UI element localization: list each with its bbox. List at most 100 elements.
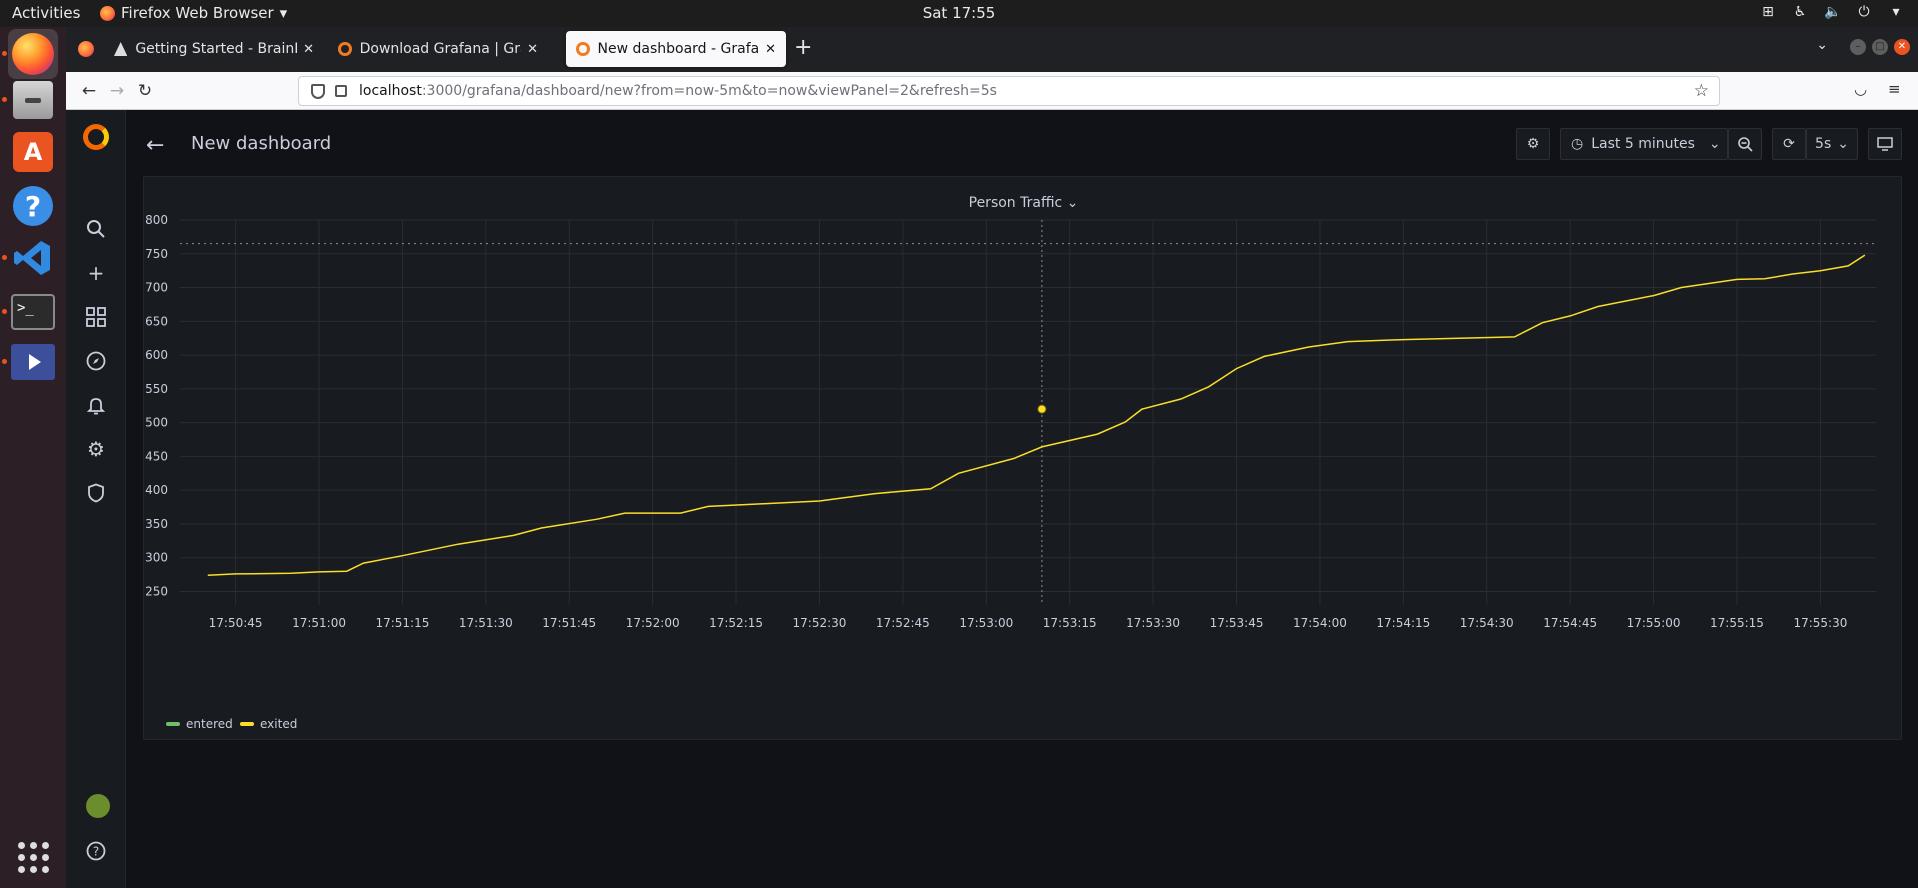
running-indicator (2, 97, 7, 102)
legend-item-entered[interactable]: entered (166, 717, 233, 731)
x-tick-label: 17:55:15 (1710, 616, 1764, 630)
refresh-button[interactable]: ⟳ (1772, 128, 1806, 160)
time-picker-button[interactable]: ◷ Last 5 minutes ⌄ (1560, 128, 1728, 160)
tab-download-grafana[interactable]: Download Grafana | Graf ✕ (328, 31, 548, 67)
url-path: :3000/grafana/dashboard/new?from=now-5m&… (421, 83, 997, 99)
show-applications-button[interactable] (8, 832, 58, 882)
legend-item-exited[interactable]: exited (240, 717, 297, 731)
video-player-icon (11, 344, 55, 380)
browser-nav-bar: ← → ↻ localhost :3000/grafana/dashboard/… (66, 72, 1918, 110)
y-tick-label: 550 (145, 382, 168, 396)
tab-title: Download Grafana | Graf (359, 41, 522, 57)
accessibility-icon: ♿ (1793, 4, 1807, 20)
create-plus-icon[interactable]: + (84, 261, 108, 285)
explore-compass-icon[interactable] (84, 349, 108, 373)
zoom-out-button[interactable] (1728, 128, 1762, 160)
dashboard-settings-button[interactable]: ⚙ (1516, 128, 1550, 160)
app-grid-icon (17, 841, 49, 873)
bookmark-star-icon[interactable]: ☆ (1694, 81, 1709, 101)
network-icon: ⊞ (1762, 4, 1774, 20)
series-line-exited (207, 254, 1866, 577)
tab-new-dashboard[interactable]: New dashboard - Grafana ✕ (566, 31, 786, 67)
app-menu-label: Firefox Web Browser (121, 4, 274, 22)
ubuntu-dock: A ? >_ (0, 27, 66, 888)
maximize-button[interactable]: □ (1872, 39, 1888, 55)
dock-software[interactable]: A (8, 127, 58, 177)
x-tick-label: 17:55:30 (1793, 616, 1847, 630)
y-tick-label: 600 (145, 348, 168, 362)
tab-title: New dashboard - Grafana (597, 41, 760, 57)
app-menu[interactable]: Firefox Web Browser ▾ (100, 4, 287, 22)
system-tray[interactable]: ⊞ ♿ 🔈 ⏻ ▾ (1760, 4, 1904, 20)
os-top-bar: Activities Firefox Web Browser ▾ Sat 17:… (0, 0, 1918, 27)
url-bar[interactable]: localhost :3000/grafana/dashboard/new?fr… (298, 76, 1720, 106)
refresh-interval-picker[interactable]: 5s ⌄ (1806, 128, 1858, 160)
tracking-protection-icon[interactable] (311, 83, 325, 99)
grafana-main: ← New dashboard ⚙ ◷ Last 5 minutes ⌄ ⟳ 5… (126, 110, 1918, 888)
close-window-button[interactable]: ✕ (1894, 39, 1910, 55)
dock-terminal[interactable]: >_ (8, 287, 58, 337)
x-tick-label: 17:51:45 (542, 616, 596, 630)
page-info-icon[interactable] (335, 85, 347, 97)
refresh-interval-label: 5s (1815, 136, 1832, 152)
new-tab-button[interactable]: + (794, 35, 812, 60)
legend-label: entered (186, 717, 233, 731)
monitor-icon (1877, 137, 1893, 151)
alerting-bell-icon[interactable] (84, 393, 108, 417)
user-avatar[interactable] (86, 794, 110, 818)
grafana-logo-icon[interactable] (83, 124, 109, 150)
dock-video[interactable] (8, 337, 58, 387)
back-arrow-icon[interactable]: ← (146, 133, 164, 158)
close-icon[interactable]: ✕ (765, 42, 776, 57)
dashboards-icon[interactable] (84, 305, 108, 329)
server-admin-shield-icon[interactable] (84, 481, 108, 505)
y-tick-label: 250 (145, 584, 168, 598)
y-tick-label: 350 (145, 517, 168, 531)
list-all-tabs-button[interactable]: ⌄ (1816, 37, 1828, 53)
legend-swatch-entered (166, 722, 180, 726)
terminal-icon: >_ (11, 294, 55, 330)
grafana-sidebar: + ⚙ ? (66, 110, 126, 888)
x-tick-label: 17:52:15 (709, 616, 763, 630)
help-icon: ? (13, 186, 53, 226)
legend-label: exited (260, 717, 298, 731)
browser-tab-bar: Getting Started - BrainFr ✕ Download Gra… (66, 27, 1918, 72)
configuration-gear-icon[interactable]: ⚙ (84, 437, 108, 461)
volume-icon: 🔈 (1824, 4, 1842, 20)
reload-button[interactable]: ↻ (132, 78, 158, 104)
back-button[interactable]: ← (76, 78, 102, 104)
dock-help[interactable]: ? (8, 181, 58, 231)
x-tick-label: 17:53:45 (1210, 616, 1264, 630)
y-tick-label: 300 (145, 551, 168, 565)
x-tick-label: 17:52:00 (626, 616, 680, 630)
close-icon[interactable]: ✕ (527, 42, 538, 57)
running-indicator (2, 359, 7, 364)
forward-button[interactable]: → (104, 78, 130, 104)
y-tick-label: 750 (145, 247, 168, 261)
dock-vscode[interactable] (8, 233, 58, 283)
close-icon[interactable]: ✕ (303, 42, 314, 57)
time-range-label: Last 5 minutes (1591, 136, 1695, 152)
window-controls: – □ ✕ (1850, 39, 1910, 55)
firefox-icon (100, 5, 115, 21)
graph-panel: Person Traffic ⌄ 800 750 700 650 600 550 500 45… (143, 176, 1902, 740)
dock-firefox[interactable] (8, 29, 58, 79)
tab-brainframe[interactable]: Getting Started - BrainFr ✕ (104, 31, 324, 67)
vscode-icon (14, 241, 50, 275)
person-traffic-chart[interactable]: 800 750 700 650 600 550 500 450 400 350 300 250 17:5… (144, 177, 1903, 741)
dashboard-title: New dashboard (191, 133, 332, 154)
help-icon[interactable]: ? (84, 839, 108, 863)
activities-button[interactable]: Activities (12, 4, 80, 22)
dock-files[interactable] (8, 75, 58, 125)
search-icon[interactable] (84, 217, 108, 241)
chevron-down-icon: ⌄ (1837, 136, 1849, 152)
minimize-button[interactable]: – (1850, 39, 1866, 55)
pinned-tab-firefox-icon[interactable] (78, 41, 94, 57)
x-tick-label: 17:54:15 (1376, 616, 1430, 630)
view-mode-button[interactable] (1868, 128, 1902, 160)
pocket-icon[interactable]: ◡ (1854, 80, 1867, 98)
system-clock[interactable]: Sat 17:55 (0, 4, 1918, 22)
legend-swatch-exited (240, 722, 254, 726)
menu-icon[interactable]: ≡ (1888, 80, 1901, 98)
grafana-icon (338, 42, 352, 56)
